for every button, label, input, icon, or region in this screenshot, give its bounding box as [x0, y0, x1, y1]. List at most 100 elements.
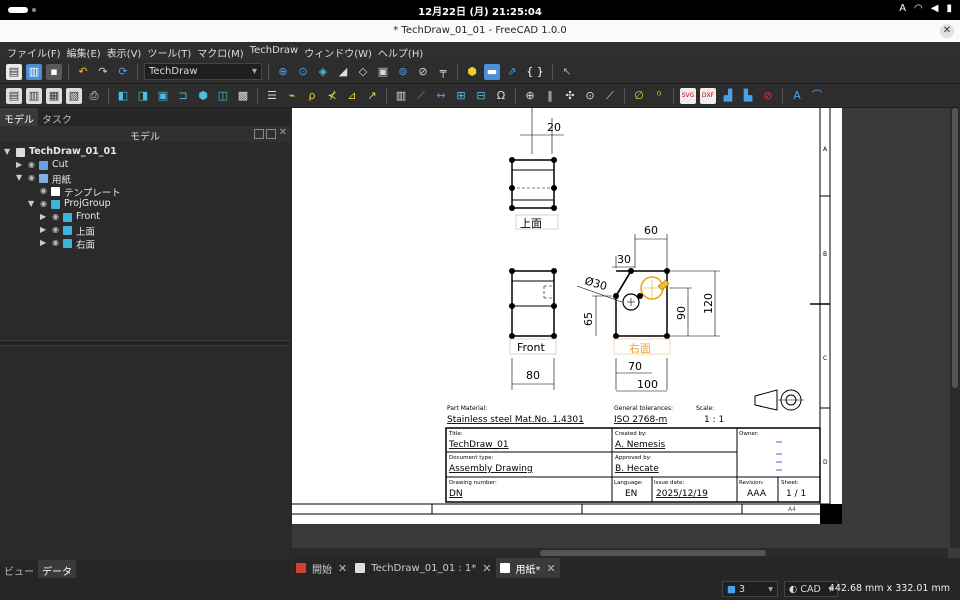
dimension-right-100[interactable]: 100: [637, 378, 658, 391]
dimension-right-30[interactable]: 30: [617, 253, 631, 266]
export-page-icon[interactable]: ▧: [66, 87, 82, 104]
print-icon[interactable]: ⎙: [86, 88, 102, 104]
insert-page-icon[interactable]: ▤: [6, 87, 22, 104]
richtext-icon[interactable]: ⊀: [324, 88, 340, 104]
tree-view-icon[interactable]: ╤: [435, 64, 451, 80]
dimension-right-65[interactable]: 65: [582, 312, 595, 326]
tree-item[interactable]: ◉ テンプレート: [0, 185, 290, 199]
menu-view[interactable]: 表示(V): [106, 42, 147, 60]
dimension-right-120[interactable]: 120: [702, 293, 715, 314]
save-icon[interactable]: ▪: [46, 63, 62, 80]
tree-item[interactable]: ▶ ◉ Front: [0, 211, 290, 224]
expand-right-icon[interactable]: ▶: [40, 212, 46, 221]
menu-edit[interactable]: 編集(E): [66, 42, 106, 60]
close-tab-icon[interactable]: ✕: [338, 562, 347, 575]
macro-braces-icon[interactable]: { }: [524, 64, 546, 80]
close-panel-icon[interactable]: ✕: [279, 127, 287, 138]
document-type[interactable]: Assembly Drawing: [449, 464, 533, 474]
insert-view-icon[interactable]: ◧: [115, 88, 131, 104]
menu-file[interactable]: ファイル(F): [6, 42, 66, 60]
tolerances[interactable]: ISO 2768-m: [614, 415, 667, 425]
vertical-scrollbar-thumb[interactable]: [952, 108, 958, 388]
undo-icon[interactable]: ↶: [75, 64, 91, 80]
quadrant-icon[interactable]: ⟋: [602, 88, 618, 104]
leader-icon[interactable]: ρ: [304, 88, 320, 104]
selection-count-dropdown[interactable]: ■ 3 ▾: [722, 581, 778, 597]
symbol-icon[interactable]: ▩: [235, 88, 251, 104]
redraw-page-icon[interactable]: ▦: [46, 87, 62, 104]
arc-length-icon[interactable]: ⊟: [473, 88, 489, 104]
measure-icon[interactable]: ◢: [335, 64, 351, 80]
workbench-selector[interactable]: TechDraw: [144, 63, 262, 80]
clip-group-icon[interactable]: ◫: [215, 88, 231, 104]
clip-icon[interactable]: ⊘: [415, 64, 431, 80]
revision[interactable]: AAA: [747, 489, 767, 499]
created-by[interactable]: A. Nemesis: [615, 440, 665, 450]
diameter-icon[interactable]: ∅: [631, 88, 647, 104]
annotation-icon[interactable]: ⌁: [284, 88, 300, 104]
menu-techdraw[interactable]: TechDraw: [249, 42, 304, 60]
tree-item[interactable]: ▶ ◉ Cut: [0, 159, 290, 172]
visibility-eye-icon[interactable]: ◉: [52, 238, 59, 247]
weld-symbol-icon[interactable]: ⊿: [344, 88, 360, 104]
link-icon[interactable]: ⇗: [504, 64, 520, 80]
dimension-right-70[interactable]: 70: [628, 360, 642, 373]
visibility-eye-icon[interactable]: ◉: [28, 160, 35, 169]
fit-all-icon[interactable]: ⊕: [275, 64, 291, 80]
std-views-icon[interactable]: ▣: [375, 64, 391, 80]
fit-selection-icon[interactable]: ⊙: [295, 64, 311, 80]
horizontal-scrollbar[interactable]: [292, 548, 948, 558]
view-cube-icon[interactable]: ◈: [315, 64, 331, 80]
doc-tab-page[interactable]: 用紙* ✕: [495, 558, 560, 578]
tree-item[interactable]: ▼ ◉ 用紙: [0, 172, 290, 186]
drawing-number[interactable]: DN: [449, 489, 463, 499]
expand-right-icon[interactable]: ▶: [40, 238, 46, 247]
tree-item[interactable]: ▶ ◉ 上面: [0, 224, 290, 238]
center-mark-icon[interactable]: ⊕: [522, 88, 538, 104]
group-icon[interactable]: ▬: [484, 63, 500, 80]
visibility-eye-icon[interactable]: ◉: [28, 173, 35, 182]
expand-right-icon[interactable]: ▶: [40, 225, 46, 234]
broken-view-icon[interactable]: ◨: [135, 88, 151, 104]
draw-style-icon[interactable]: ◇: [355, 64, 371, 80]
part-icon[interactable]: ⬢: [464, 64, 480, 80]
input-method-indicator[interactable]: A: [899, 3, 906, 14]
tab-data-props[interactable]: データ: [38, 560, 76, 578]
tree-item[interactable]: ▼ TechDraw_01_01: [0, 146, 290, 159]
tab-view-props[interactable]: ビュー: [0, 560, 38, 578]
projection-group-icon[interactable]: ▣: [155, 88, 171, 104]
doc-tab-start[interactable]: 開始 ✕: [292, 558, 351, 578]
stack-top-icon[interactable]: ▟: [720, 88, 736, 104]
hatch-icon[interactable]: ▥: [393, 88, 409, 104]
language[interactable]: EN: [625, 489, 637, 499]
tree-item[interactable]: ▶ ◉ 右面: [0, 237, 290, 251]
refresh-icon[interactable]: ⟳: [115, 64, 131, 80]
dimension-right-60[interactable]: 60: [644, 224, 658, 237]
horizontal-scrollbar-thumb[interactable]: [540, 550, 766, 556]
midpoint-icon[interactable]: ⊙: [582, 88, 598, 104]
chain-dimension-icon[interactable]: ⊞: [453, 88, 469, 104]
close-tab-icon[interactable]: ✕: [547, 562, 556, 575]
drawing-title[interactable]: TechDraw_01: [448, 440, 509, 450]
dimension-right-90[interactable]: 90: [675, 306, 688, 320]
line-icon[interactable]: ⟋: [413, 88, 429, 104]
decimal-icon[interactable]: ⁰: [651, 88, 667, 104]
sketch-icon[interactable]: ⌒: [809, 88, 825, 104]
right-view[interactable]: 右面 60 30 Ø30 65 90 120 70 100: [576, 224, 720, 392]
zoom-icon[interactable]: ⊚: [395, 64, 411, 80]
centerline-icon[interactable]: ‖: [542, 88, 558, 104]
cosmetic-vertex-icon[interactable]: ✣: [562, 88, 578, 104]
dimension-front-80[interactable]: 80: [526, 369, 540, 382]
expand-down-icon[interactable]: ▼: [28, 199, 34, 208]
vertical-scrollbar[interactable]: [950, 108, 960, 548]
menu-tools[interactable]: ツール(T): [146, 42, 196, 60]
close-tab-icon[interactable]: ✕: [482, 562, 491, 575]
alignment-icon[interactable]: ☰: [264, 88, 280, 104]
insert-template-icon[interactable]: ▥: [26, 87, 42, 104]
expand-down-icon[interactable]: ▼: [16, 173, 22, 182]
front-view[interactable]: Front 80: [509, 268, 557, 390]
visibility-eye-icon[interactable]: ◉: [40, 186, 47, 195]
omega-symbol-icon[interactable]: Ω: [493, 88, 509, 104]
float-button[interactable]: [266, 129, 276, 139]
stack-bottom-icon[interactable]: ▙: [740, 88, 756, 104]
